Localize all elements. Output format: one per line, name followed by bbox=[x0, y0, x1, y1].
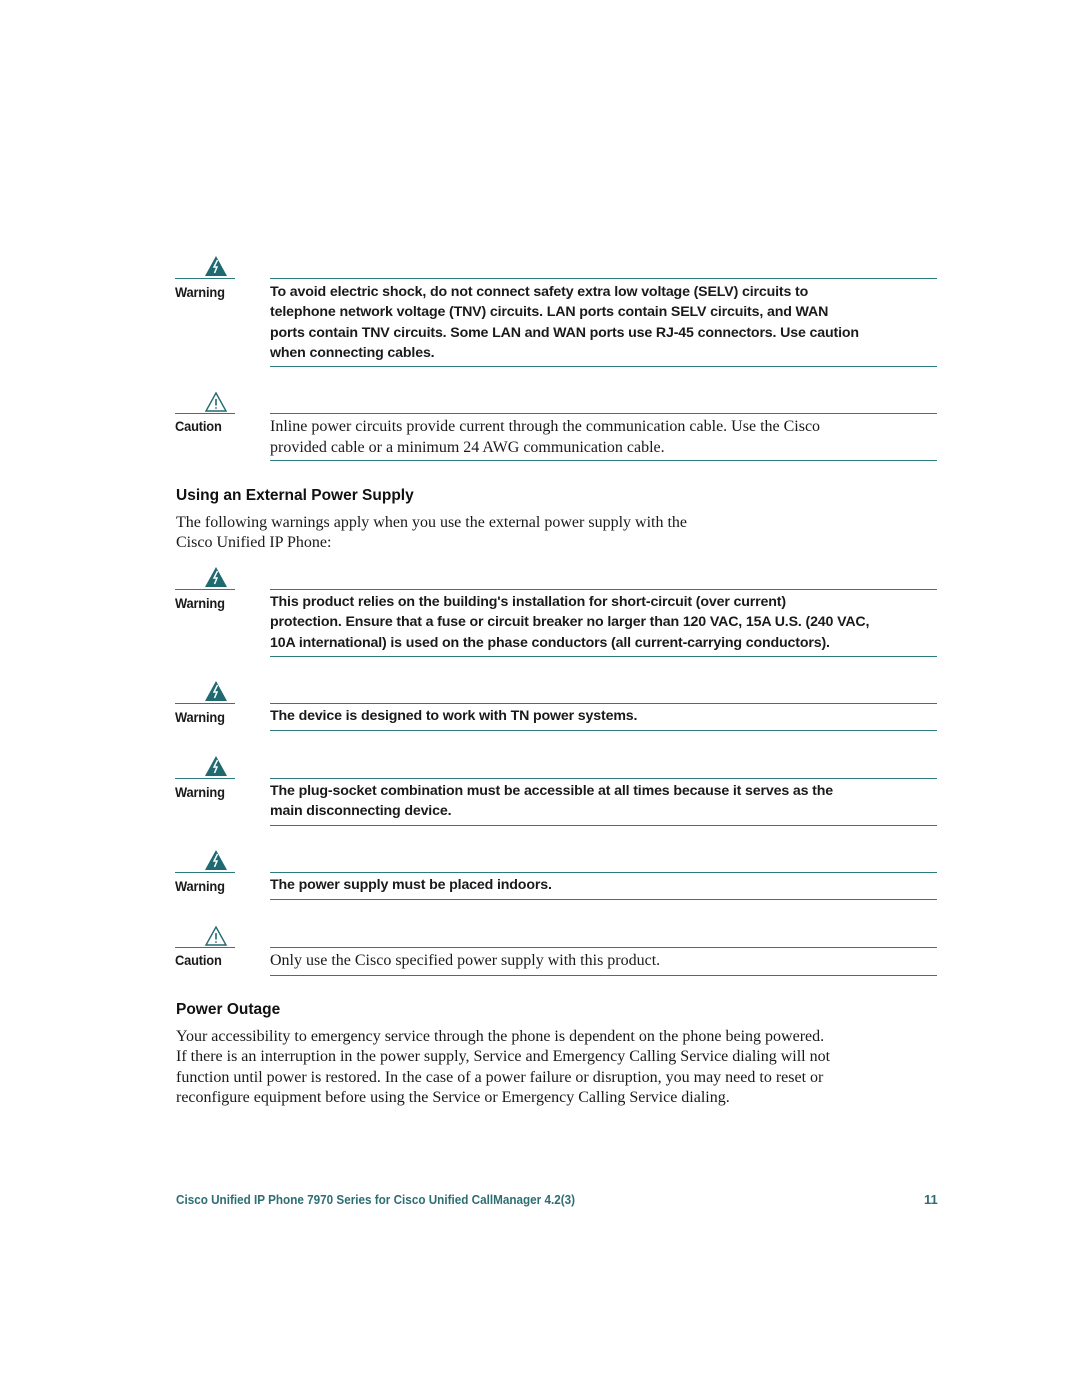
text-line: Your accessibility to emergency service … bbox=[176, 1028, 825, 1045]
section-heading: Using an External Power Supply bbox=[176, 487, 414, 504]
notice-label: Warning bbox=[175, 284, 225, 300]
caution-notice: Caution Inline power circuits provide cu… bbox=[175, 392, 937, 462]
divider bbox=[270, 730, 937, 731]
warning-lightning-icon bbox=[175, 567, 235, 589]
divider bbox=[270, 825, 937, 826]
divider bbox=[270, 366, 937, 367]
notice-body: Inline power circuits provide current th… bbox=[270, 416, 937, 458]
notice-label: Caution bbox=[175, 952, 222, 968]
divider bbox=[270, 872, 937, 873]
divider bbox=[175, 947, 235, 948]
warning-lightning-icon bbox=[175, 256, 235, 278]
divider bbox=[175, 872, 235, 873]
divider bbox=[270, 413, 937, 414]
divider bbox=[270, 278, 937, 279]
divider bbox=[175, 278, 235, 279]
text-line: To avoid electric shock, do not connect … bbox=[270, 284, 809, 300]
notice-label: Caution bbox=[175, 418, 222, 434]
section-heading: Power Outage bbox=[176, 1001, 281, 1018]
caution-notice: Caution Only use the Cisco specified pow… bbox=[175, 926, 937, 978]
text-line: This product relies on the building's in… bbox=[270, 594, 786, 610]
notice-body: The device is designed to work with TN p… bbox=[270, 706, 937, 726]
text-line: protection. Ensure that a fuse or circui… bbox=[270, 614, 870, 631]
divider bbox=[270, 975, 937, 976]
notice-label: Warning bbox=[175, 784, 225, 800]
divider bbox=[270, 460, 937, 461]
paragraph: The following warnings apply when you us… bbox=[176, 513, 941, 554]
text-line: Only use the Cisco specified power suppl… bbox=[270, 952, 661, 969]
divider bbox=[270, 589, 937, 590]
text-line: The following warnings apply when you us… bbox=[176, 514, 687, 531]
divider bbox=[270, 947, 937, 948]
text-line: The device is designed to work with TN p… bbox=[270, 708, 638, 724]
text-line: reconfigure equipment before using the S… bbox=[176, 1088, 730, 1106]
notice-body: To avoid electric shock, do not connect … bbox=[270, 282, 937, 363]
caution-exclamation-icon bbox=[175, 926, 235, 948]
warning-lightning-icon bbox=[175, 681, 235, 703]
warning-notice: Warning This product relies on the build… bbox=[175, 567, 937, 659]
notice-label: Warning bbox=[175, 709, 225, 725]
notice-body: This product relies on the building's in… bbox=[270, 592, 937, 653]
divider bbox=[175, 589, 235, 590]
document-page: Warning To avoid electric shock, do not … bbox=[0, 0, 1080, 1397]
text-line: main disconnecting device. bbox=[270, 803, 452, 820]
warning-notice: Warning The device is designed to work w… bbox=[175, 681, 937, 733]
divider bbox=[175, 703, 235, 704]
warning-notice: Warning To avoid electric shock, do not … bbox=[175, 256, 937, 368]
page-number: 11 bbox=[924, 1192, 938, 1207]
divider bbox=[175, 778, 235, 779]
caution-exclamation-icon bbox=[175, 392, 235, 414]
text-line: provided cable or a minimum 24 AWG commu… bbox=[270, 439, 665, 456]
text-line: Inline power circuits provide current th… bbox=[270, 418, 821, 435]
warning-notice: Warning The plug-socket combination must… bbox=[175, 756, 937, 828]
text-line: The plug-socket combination must be acce… bbox=[270, 783, 833, 799]
notice-label: Warning bbox=[175, 878, 225, 894]
notice-body: The power supply must be placed indoors. bbox=[270, 875, 937, 895]
text-line: Cisco Unified IP Phone: bbox=[176, 534, 332, 552]
divider bbox=[175, 413, 235, 414]
footer-title: Cisco Unified IP Phone 7970 Series for C… bbox=[176, 1192, 576, 1207]
paragraph: Your accessibility to emergency service … bbox=[176, 1027, 941, 1108]
notice-body: The plug-socket combination must be acce… bbox=[270, 781, 937, 822]
warning-lightning-icon bbox=[175, 850, 235, 872]
text-line: 10A international) is used on the phase … bbox=[270, 634, 830, 651]
notice-body: Only use the Cisco specified power suppl… bbox=[270, 950, 937, 971]
text-line: If there is an interruption in the power… bbox=[176, 1048, 831, 1066]
warning-notice: Warning The power supply must be placed … bbox=[175, 850, 937, 902]
divider bbox=[270, 703, 937, 704]
divider bbox=[270, 778, 937, 779]
text-line: function until power is restored. In the… bbox=[176, 1068, 824, 1086]
text-line: telephone network voltage (TNV) circuits… bbox=[270, 304, 829, 321]
text-line: when connecting cables. bbox=[270, 344, 435, 361]
notice-label: Warning bbox=[175, 595, 225, 611]
text-line: ports contain TNV circuits. Some LAN and… bbox=[270, 324, 859, 341]
text-line: The power supply must be placed indoors. bbox=[270, 877, 552, 893]
divider bbox=[270, 656, 937, 657]
divider bbox=[270, 899, 937, 900]
warning-lightning-icon bbox=[175, 756, 235, 778]
